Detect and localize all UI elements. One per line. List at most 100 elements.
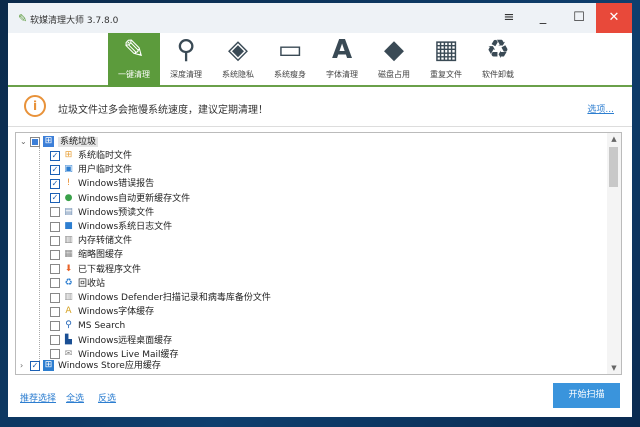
tree-item[interactable]: ▥ 内存转储文件 — [50, 234, 132, 248]
broom-icon: ✎ — [123, 35, 145, 65]
scroll-down-icon[interactable]: ▼ — [607, 364, 621, 372]
item-checkbox[interactable] — [50, 207, 60, 218]
tree-item[interactable]: ✓ ⊞ 系统临时文件 — [50, 149, 132, 163]
memory-icon: ▥ — [64, 235, 73, 246]
tab-recycle[interactable]: ♻ 软件卸载 — [472, 33, 524, 87]
scrollbar-thumb[interactable] — [609, 147, 618, 187]
tab-label: 字体清理 — [326, 70, 358, 79]
store-checkbox[interactable]: ✓ — [30, 360, 40, 371]
tree-item[interactable]: ✉ Windows Live Mail缓存 — [50, 348, 179, 362]
info-icon: i — [24, 95, 46, 117]
scroll-up-icon[interactable]: ▲ — [607, 135, 621, 143]
tab-broom[interactable]: ✎ 一键清理 — [108, 33, 160, 87]
app-window: ✎ 软媒清理大师 3.7.8.0 ≡ _ ☐ ✕ ✎ 一键清理 ⚲ 深度清理 ◈ 系统隐私… — [8, 3, 632, 417]
tree-guide-line — [39, 147, 40, 369]
start-scan-button[interactable]: 开始扫描 — [553, 383, 620, 408]
windows-icon: ⊞ — [43, 136, 54, 147]
warning-icon: ! — [66, 178, 71, 189]
download-icon: ⬇ — [64, 263, 73, 274]
tree-root-system-junk[interactable]: ⌄ ⊞ 系统垃圾 — [20, 135, 99, 149]
item-checkbox[interactable] — [50, 335, 60, 346]
expand-chevron-icon[interactable]: › — [20, 359, 30, 373]
tab-label: 深度清理 — [170, 70, 202, 79]
menu-button[interactable]: ≡ — [492, 3, 526, 33]
font-cache-icon: A — [65, 306, 72, 317]
close-button[interactable]: ✕ — [596, 3, 632, 33]
prefetch-icon: ▤ — [64, 206, 73, 217]
title-bar: ✎ 软媒清理大师 3.7.8.0 ≡ _ ☐ ✕ — [8, 3, 632, 33]
tree-item[interactable]: ▦ 缩略图缓存 — [50, 248, 123, 262]
tab-font[interactable]: A 字体清理 — [316, 33, 368, 87]
minimize-button[interactable]: _ — [526, 3, 560, 33]
tree-item[interactable]: ♻ 回收站 — [50, 277, 105, 291]
root-checkbox[interactable] — [30, 136, 40, 147]
tab-label: 系统瘦身 — [274, 70, 306, 79]
tree-item[interactable]: ✓ ▣ 用户临时文件 — [50, 163, 132, 177]
tab-grid[interactable]: ▦ 重复文件 — [420, 33, 472, 87]
item-checkbox[interactable]: ✓ — [50, 150, 60, 161]
mail-icon: ✉ — [64, 348, 73, 359]
tree-item-label: Windows错误报告 — [78, 179, 155, 190]
tree-item-label: 已下载程序文件 — [78, 264, 142, 275]
item-checkbox[interactable]: ✓ — [50, 178, 60, 189]
tree-item[interactable]: ✓ ● Windows自动更新缓存文件 — [50, 192, 190, 206]
thumbnail-icon: ▦ — [64, 249, 73, 260]
globe-icon: ● — [64, 192, 73, 203]
tab-label: 软件卸载 — [482, 70, 514, 79]
tab-monitor[interactable]: ▭ 系统瘦身 — [264, 33, 316, 87]
tree-item-label: 系统临时文件 — [78, 151, 133, 161]
options-link[interactable]: 选项... — [587, 102, 614, 115]
item-checkbox[interactable] — [50, 235, 60, 246]
item-checkbox[interactable] — [50, 249, 60, 260]
recommended-select-link[interactable]: 推荐选择 — [20, 391, 56, 404]
search-icon: ⚲ — [65, 320, 72, 331]
tree-item-label: MS Search — [78, 321, 126, 332]
item-checkbox[interactable] — [50, 320, 60, 331]
item-checkbox[interactable] — [50, 264, 60, 275]
item-checkbox[interactable] — [50, 278, 60, 289]
disk-icon: ◆ — [384, 35, 404, 65]
tree-item-label: 用户临时文件 — [78, 165, 133, 176]
tree-item[interactable]: ▙ Windows远程桌面缓存 — [50, 334, 172, 348]
vertical-scrollbar[interactable]: ▲ ▼ — [607, 133, 621, 374]
tree-item[interactable]: ▥ Windows Defender扫描记录和病毒库备份文件 — [50, 291, 271, 305]
tab-label: 一键清理 — [118, 70, 150, 79]
log-icon: ■ — [64, 221, 73, 231]
tree-item-label: 内存转储文件 — [78, 236, 133, 247]
grid-icon: ▦ — [433, 35, 459, 65]
maximize-button[interactable]: ☐ — [562, 3, 596, 33]
select-all-link[interactable]: 全选 — [66, 391, 84, 404]
monitor-icon: ▭ — [277, 35, 303, 65]
item-checkbox[interactable] — [50, 221, 60, 232]
tree-item[interactable]: ✓! Windows错误报告 — [50, 177, 154, 191]
invert-selection-link[interactable]: 反选 — [98, 391, 116, 404]
item-checkbox[interactable] — [50, 292, 60, 303]
tree-item-label: Windows自动更新缓存文件 — [78, 193, 191, 204]
info-message: 垃圾文件过多会拖慢系统速度，建议定期清理！ — [58, 105, 268, 116]
tree-item-label: Windows Live Mail缓存 — [78, 349, 179, 360]
tree-item[interactable]: A Windows字体缓存 — [50, 305, 154, 319]
tab-magnifier[interactable]: ⚲ 深度清理 — [160, 33, 212, 87]
item-checkbox[interactable] — [50, 306, 60, 317]
item-checkbox[interactable]: ✓ — [50, 164, 60, 175]
tree-item-label: 缩略图缓存 — [78, 250, 124, 261]
eraser-icon: ◈ — [228, 35, 248, 65]
tree-item-label: Windows系统日志文件 — [78, 222, 173, 232]
tab-eraser[interactable]: ◈ 系统隐私 — [212, 33, 264, 87]
tree-root-label: 系统垃圾 — [58, 137, 99, 147]
recycle-bin-icon: ♻ — [64, 277, 73, 288]
main-toolbar: ✎ 一键清理 ⚲ 深度清理 ◈ 系统隐私 ▭ 系统瘦身 A 字体清理 ◆ 磁盘占用 ▦ 重复文件 ♻ 软件卸载 — [8, 33, 632, 87]
tree-item[interactable]: ■ Windows系统日志文件 — [50, 220, 172, 234]
tree-item-label: Windows Defender扫描记录和病毒库备份文件 — [78, 293, 271, 303]
tree-item-label: Windows字体缓存 — [78, 307, 155, 318]
tab-disk[interactable]: ◆ 磁盘占用 — [368, 33, 420, 87]
tab-label: 磁盘占用 — [378, 70, 410, 79]
tree-item-label: Windows预读文件 — [78, 207, 155, 218]
item-checkbox[interactable]: ✓ — [50, 193, 60, 204]
tree-item[interactable]: ⚲ MS Search — [50, 319, 125, 333]
tree-item[interactable]: ⬇ 已下载程序文件 — [50, 263, 141, 277]
tree-item-label: Windows远程桌面缓存 — [78, 335, 173, 346]
item-checkbox[interactable] — [50, 349, 60, 360]
collapse-chevron-icon[interactable]: ⌄ — [20, 135, 30, 149]
tree-item[interactable]: ▤ Windows预读文件 — [50, 206, 154, 220]
